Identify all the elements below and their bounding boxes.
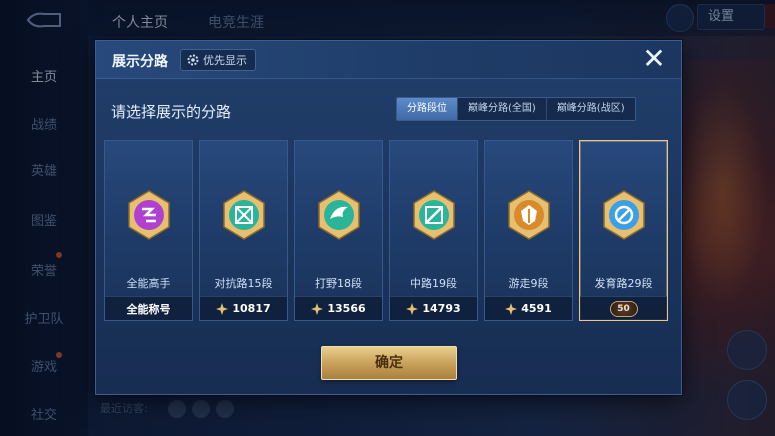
clash-lane-badge-icon — [223, 190, 265, 240]
mid-lane-badge-icon — [413, 190, 455, 240]
lane-score: 14793 — [422, 302, 461, 315]
lane-footer: 50 — [580, 296, 667, 320]
star-icon — [311, 302, 324, 315]
close-icon[interactable]: ✕ — [641, 45, 667, 73]
lane-name: 对抗路15段 — [214, 277, 273, 290]
lane-card-jungle[interactable]: 打野18段 13566 — [294, 140, 383, 321]
all-round-badge-icon — [128, 190, 170, 240]
lane-footer: 14793 — [390, 296, 477, 320]
display-lane-dialog: 展示分路 优先显示 ✕ 请选择展示的分路 分路段位 巅峰分路(全国) 巅峰分路(… — [95, 40, 682, 395]
tab-lane-rank[interactable]: 分路段位 — [397, 98, 458, 120]
level-badge: 50 — [609, 300, 638, 317]
lane-name: 游走9段 — [508, 277, 549, 290]
dialog-title: 展示分路 — [112, 54, 168, 70]
roam-badge-icon — [508, 190, 550, 240]
lane-footer: 10817 — [200, 296, 287, 320]
star-icon — [216, 302, 229, 315]
lane-card-farm[interactable]: 发育路29段 50 — [579, 140, 668, 321]
jungle-badge-icon — [318, 190, 360, 240]
lane-footer: 全能称号 — [105, 296, 192, 320]
lane-name: 打野18段 — [315, 277, 362, 290]
dialog-header: 展示分路 优先显示 ✕ — [96, 41, 681, 79]
star-icon — [406, 302, 419, 315]
dialog-prompt: 请选择展示的分路 — [111, 103, 232, 121]
tab-peak-national[interactable]: 巅峰分路(全国) — [458, 98, 547, 120]
lane-name: 中路19段 — [410, 277, 457, 290]
lane-footer: 4591 — [485, 296, 572, 320]
lane-name: 发育路29段 — [594, 277, 653, 290]
lane-score: 10817 — [232, 302, 271, 315]
lane-card-all-round[interactable]: 全能高手 全能称号 — [104, 140, 193, 321]
lane-card-roam[interactable]: 游走9段 4591 — [484, 140, 573, 321]
gear-icon — [187, 54, 199, 66]
lane-card-clash[interactable]: 对抗路15段 10817 — [199, 140, 288, 321]
lane-footer: 13566 — [295, 296, 382, 320]
lane-score: 4591 — [521, 302, 552, 315]
lane-score: 13566 — [327, 302, 366, 315]
priority-display-label: 优先显示 — [203, 54, 247, 67]
tab-peak-region[interactable]: 巅峰分路(战区) — [546, 98, 635, 120]
lane-footer-text: 全能称号 — [126, 302, 171, 316]
lane-name: 全能高手 — [126, 277, 171, 290]
lane-type-tabs: 分路段位 巅峰分路(全国) 巅峰分路(战区) — [396, 97, 636, 121]
star-icon — [505, 302, 518, 315]
lane-card-mid[interactable]: 中路19段 14793 — [389, 140, 478, 321]
priority-display-button[interactable]: 优先显示 — [180, 49, 256, 71]
confirm-button[interactable]: 确定 — [321, 346, 457, 380]
farm-lane-badge-icon — [603, 190, 645, 240]
lane-card-list: 全能高手 全能称号 对抗路15段 10817 打野18段 13566 中路19段… — [104, 140, 668, 321]
